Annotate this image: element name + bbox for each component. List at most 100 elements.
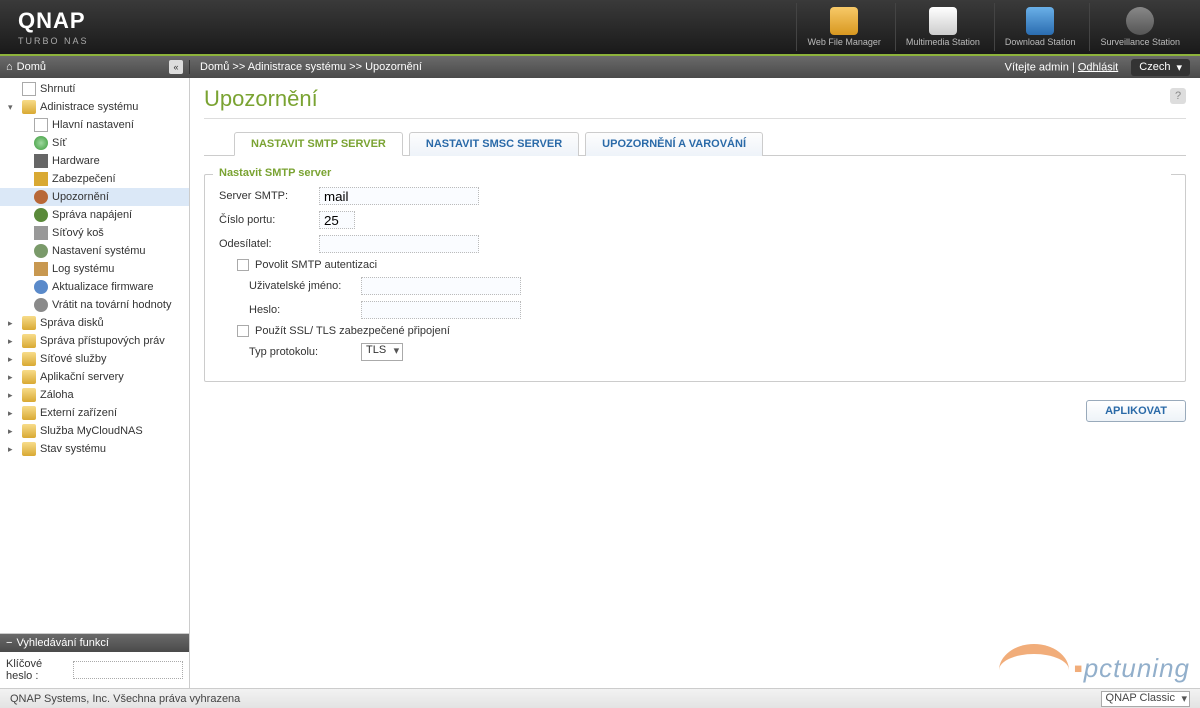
folder-icon	[22, 424, 36, 438]
app-label: Surveillance Station	[1100, 37, 1180, 47]
sidebar-item-hardware[interactable]: Hardware	[0, 152, 189, 170]
app-download[interactable]: Download Station	[994, 3, 1086, 51]
power-icon	[34, 208, 48, 222]
tree-label: Externí zařízení	[40, 407, 117, 419]
tree-label: Správa napájení	[52, 209, 132, 221]
search-body: Klíčové heslo :	[0, 652, 189, 688]
tree-label: Zabezpečení	[52, 173, 116, 185]
sidebar-item-externí-zařízení[interactable]: ▸Externí zařízení	[0, 404, 189, 422]
tree-label: Záloha	[40, 389, 74, 401]
sidebar-item-záloha[interactable]: ▸ Záloha	[0, 386, 189, 404]
minus-icon: −	[6, 637, 12, 649]
search-title: Vyhledávání funkcí	[16, 637, 109, 649]
sidebar-collapse-button[interactable]: «	[169, 60, 183, 74]
footer-right: QNAP Classic	[1101, 691, 1190, 707]
user-input[interactable]	[361, 277, 521, 295]
tree-toggle-icon: ▾	[8, 102, 18, 113]
tab-0[interactable]: NASTAVIT SMTP SERVER	[234, 132, 403, 156]
apply-button[interactable]: APLIKOVAT	[1086, 400, 1186, 422]
sidebar-item-nastavení-systému[interactable]: Nastavení systému	[0, 242, 189, 260]
tree-label: Stav systému	[40, 443, 106, 455]
folder-icon	[22, 334, 36, 348]
language-select[interactable]: Czech ▾	[1131, 59, 1190, 76]
row-smtp: Server SMTP:	[219, 187, 1171, 205]
port-input[interactable]	[319, 211, 355, 229]
tree-label: Adinistrace systému	[40, 101, 138, 113]
tree-label: Správa disků	[40, 317, 104, 329]
sidebar-item-správa-disků[interactable]: ▸Správa disků	[0, 314, 189, 332]
tree-toggle-icon: ▸	[8, 354, 18, 365]
sidebar-item-síťový-koš[interactable]: Síťový koš	[0, 224, 189, 242]
welcome-text: Vítejte admin	[1005, 61, 1069, 73]
log-icon	[34, 262, 48, 276]
net-icon	[34, 136, 48, 150]
language-value: Czech	[1139, 61, 1170, 73]
folder-icon	[22, 352, 36, 366]
home-label[interactable]: Domů	[13, 61, 169, 73]
search-header[interactable]: − Vyhledávání funkcí	[0, 634, 189, 652]
sidebar-item-adinistrace-systému[interactable]: ▾ Adinistrace systému	[0, 98, 189, 116]
folder-icon	[22, 388, 36, 402]
port-label: Číslo portu:	[219, 214, 319, 226]
sender-input[interactable]	[319, 235, 479, 253]
main-area: Shrnutí ▾ Adinistrace systému Hlavní nastav…	[0, 78, 1200, 688]
sidebar-item-aplikační-servery[interactable]: ▸Aplikační servery	[0, 368, 189, 386]
auth-checkbox[interactable]	[237, 259, 249, 271]
sidebar-item-upozornění[interactable]: Upozornění	[0, 188, 189, 206]
pass-input[interactable]	[361, 301, 521, 319]
sidebar-item-služba-mycloudnas[interactable]: ▸Služba MyCloudNAS	[0, 422, 189, 440]
row-user: Uživatelské jméno:	[219, 277, 1171, 295]
header-apps: Web File Manager Multimedia StationDownlo…	[796, 3, 1190, 51]
tree-label: Služba MyCloudNAS	[40, 425, 143, 437]
search-input[interactable]	[73, 661, 183, 679]
bell-icon	[34, 190, 48, 204]
tree-label: Hardware	[52, 155, 100, 167]
update-icon	[34, 280, 48, 294]
topbar-left: ⌂ Domů «	[0, 60, 190, 74]
hw-icon	[34, 154, 48, 168]
sidebar-item-správa-napájení[interactable]: Správa napájení	[0, 206, 189, 224]
home-icon: ⌂	[6, 61, 13, 73]
sidebar-item-zabezpečení[interactable]: Zabezpečení	[0, 170, 189, 188]
folder-icon	[22, 442, 36, 456]
app-media[interactable]: Multimedia Station	[895, 3, 990, 51]
row-sender: Odesílatel:	[219, 235, 1171, 253]
smtp-label: Server SMTP:	[219, 190, 319, 202]
app-folder[interactable]: Web File Manager	[796, 3, 890, 51]
tree-label: Hlavní nastavení	[52, 119, 134, 131]
ssl-label: Použít SSL/ TLS zabezpečené připojení	[255, 325, 450, 337]
sidebar-item-shrnutí[interactable]: Shrnutí	[0, 80, 189, 98]
smtp-input[interactable]	[319, 187, 479, 205]
sidebar-item-vrátit-na-tovární-hodnoty[interactable]: Vrátit na tovární hodnoty	[0, 296, 189, 314]
sidebar-item-aktualizace-firmware[interactable]: Aktualizace firmware	[0, 278, 189, 296]
ssl-checkbox[interactable]	[237, 325, 249, 337]
logout-link[interactable]: Odhlásit	[1078, 61, 1118, 73]
tree-label: Vrátit na tovární hodnoty	[52, 299, 171, 311]
brand-tagline: TURBO NAS	[18, 36, 796, 46]
sidebar-item-stav-systému[interactable]: ▸Stav systému	[0, 440, 189, 458]
row-auth: Povolit SMTP autentizaci	[219, 259, 1171, 271]
gear-icon	[34, 244, 48, 258]
app-header: QNAP TURBO NAS Web File ManagerMultimedi…	[0, 0, 1200, 56]
tree-label: Síťové služby	[40, 353, 107, 365]
breadcrumb[interactable]: Domů >> Adinistrace systému >> Upozorněn…	[190, 61, 995, 73]
tree-toggle-icon: ▸	[8, 336, 18, 347]
app-label: Web File Manager	[807, 37, 880, 47]
tab-1[interactable]: NASTAVIT SMSC SERVER	[409, 132, 579, 156]
sidebar-item-hlavní-nastavení[interactable]: Hlavní nastavení	[0, 116, 189, 134]
sidebar-item-log-systému[interactable]: Log systému	[0, 260, 189, 278]
app-surveil[interactable]: Surveillance Station	[1089, 3, 1190, 51]
theme-select[interactable]: QNAP Classic	[1101, 691, 1190, 707]
tab-2[interactable]: UPOZORNĚNÍ A VAROVÁNÍ	[585, 132, 763, 156]
row-port: Číslo portu:	[219, 211, 1171, 229]
pass-label: Heslo:	[249, 304, 361, 316]
sidebar-item-správa-přístupových-práv[interactable]: ▸Správa přístupových práv	[0, 332, 189, 350]
tree-label: Upozornění	[52, 191, 109, 203]
help-icon[interactable]: ?	[1170, 88, 1186, 104]
tree-toggle-icon: ▸	[8, 390, 18, 401]
search-panel: − Vyhledávání funkcí Klíčové heslo :	[0, 633, 189, 688]
sidebar-item-síť[interactable]: Síť	[0, 134, 189, 152]
proto-select[interactable]: TLS	[361, 343, 403, 361]
tree-toggle-icon: ▸	[8, 372, 18, 383]
sidebar-item-síťové-služby[interactable]: ▸ Síťové služby	[0, 350, 189, 368]
